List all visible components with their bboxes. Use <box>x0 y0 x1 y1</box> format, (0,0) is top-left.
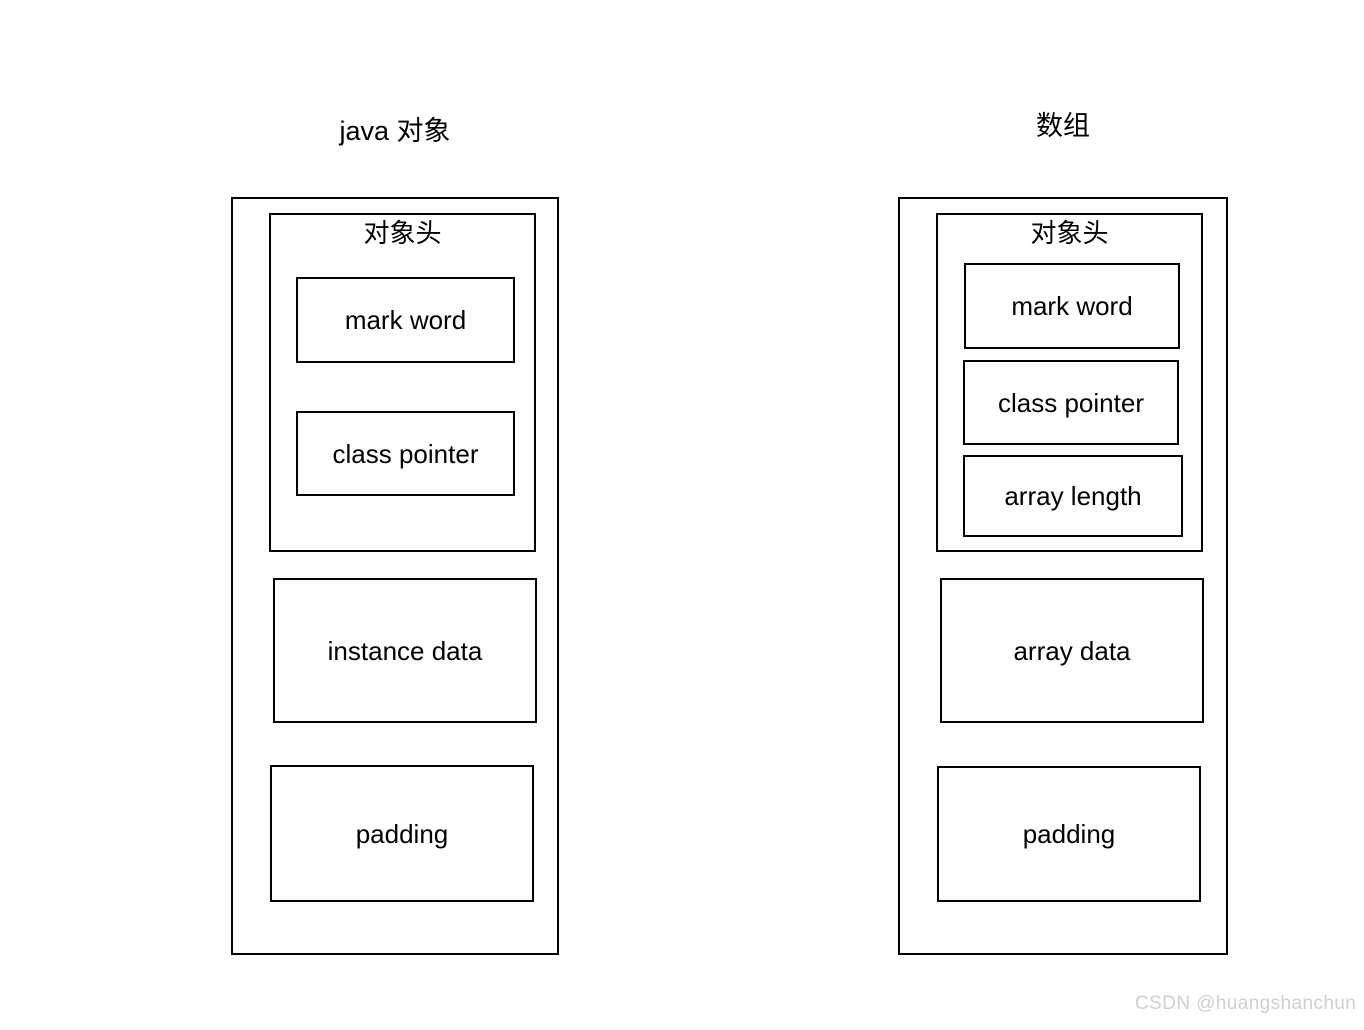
java-object-mark-word-box: mark word <box>296 277 515 363</box>
diagram-title-array: 数组 <box>1036 111 1090 141</box>
array-padding-label: padding <box>1022 819 1116 849</box>
array-padding-box: padding <box>937 766 1201 902</box>
java-object-instance-data-box: instance data <box>273 578 537 723</box>
java-object-class-pointer-label: class pointer <box>332 438 479 469</box>
array-class-pointer-label: class pointer <box>998 387 1144 418</box>
java-object-header-label: 对象头 <box>363 218 442 248</box>
array-data-label: array data <box>1013 635 1131 666</box>
java-object-padding-box: padding <box>270 765 534 902</box>
java-object-mark-word-label: mark word <box>344 305 467 335</box>
array-header-label: 对象头 <box>1030 218 1109 248</box>
java-object-class-pointer-box: class pointer <box>296 411 515 496</box>
array-data-box: array data <box>940 578 1204 723</box>
diagram-title-java-object: java 对象 <box>339 116 451 146</box>
array-class-pointer-box: class pointer <box>963 360 1179 445</box>
array-length-label: array length <box>1004 481 1142 511</box>
diagram-canvas: java 对象 对象头 mark word class pointer inst… <box>0 0 1364 1030</box>
java-object-header-box <box>269 213 536 552</box>
array-mark-word-label: mark word <box>1011 291 1133 321</box>
array-mark-word-box: mark word <box>964 263 1180 349</box>
array-length-box: array length <box>963 455 1183 537</box>
java-object-instance-data-label: instance data <box>327 635 483 666</box>
csdn-watermark: CSDN @huangshanchun <box>1135 993 1357 1014</box>
java-object-padding-label: padding <box>355 818 449 849</box>
